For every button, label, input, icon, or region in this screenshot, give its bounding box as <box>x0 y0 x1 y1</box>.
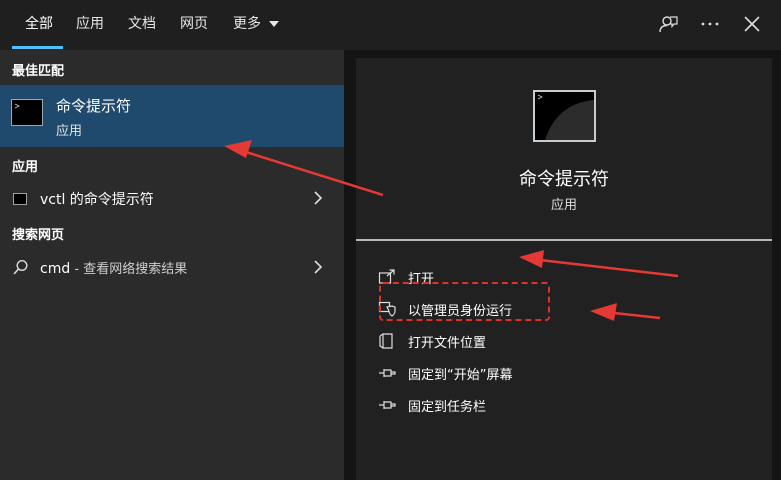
pin-to-start-action[interactable]: 固定到“开始”屏幕 <box>356 359 772 387</box>
close-icon[interactable] <box>741 13 763 35</box>
action-label: 固定到“开始”屏幕 <box>408 368 513 383</box>
action-label: 固定到任务栏 <box>408 400 487 415</box>
detail-title: 命令提示符 <box>519 169 609 190</box>
web-search-label: cmd - 查看网络搜索结果 <box>40 258 187 277</box>
list-item-label: vctl 的命令提示符 <box>40 192 154 208</box>
tab-documents[interactable]: 文档 <box>128 0 156 50</box>
pin-icon <box>379 369 396 377</box>
command-prompt-large-icon <box>533 90 596 142</box>
active-tab-indicator <box>12 46 63 49</box>
command-prompt-icon <box>11 99 43 126</box>
file-location-icon <box>379 333 393 349</box>
action-label: 打开文件位置 <box>408 336 487 351</box>
tab-web[interactable]: 网页 <box>180 0 208 50</box>
more-icon[interactable] <box>699 13 721 35</box>
pin-icon <box>379 401 396 409</box>
detail-pane: 命令提示符 应用 打开 以管理员身份运行 打开文件位置 固定到“开始”屏幕 固定… <box>344 50 781 480</box>
chevron-right-icon[interactable] <box>312 259 324 275</box>
tab-more[interactable]: 更多 <box>233 0 280 50</box>
best-match-title: 命令提示符 <box>56 97 132 115</box>
pin-to-taskbar-action[interactable]: 固定到任务栏 <box>356 391 772 419</box>
annotation-highlight-box <box>379 282 550 321</box>
web-search-query: cmd <box>40 261 71 277</box>
best-match-subtitle: 应用 <box>56 124 83 139</box>
detail-subtitle: 应用 <box>550 198 577 213</box>
best-match-result[interactable]: 命令提示符 应用 <box>0 85 344 147</box>
tab-apps[interactable]: 应用 <box>76 0 104 50</box>
divider <box>356 239 772 241</box>
list-item-web-search[interactable]: cmd - 查看网络搜索结果 <box>0 250 344 284</box>
open-file-location-action[interactable]: 打开文件位置 <box>356 327 772 355</box>
search-icon <box>13 259 28 275</box>
search-scope-bar: 全部 应用 文档 网页 更多 <box>0 0 781 50</box>
apps-header: 应用 <box>12 160 39 175</box>
list-item-vctl-cmd[interactable]: vctl 的命令提示符 <box>0 181 344 215</box>
web-search-hint: - 查看网络搜索结果 <box>70 262 188 277</box>
detail-card: 命令提示符 应用 打开 以管理员身份运行 打开文件位置 固定到“开始”屏幕 固定… <box>356 58 772 480</box>
tab-more-label: 更多 <box>233 16 261 32</box>
results-pane: 最佳匹配 命令提示符 应用 应用 vctl 的命令提示符 搜索网页 cmd - … <box>0 50 344 480</box>
best-match-header: 最佳匹配 <box>12 64 65 79</box>
tab-all[interactable]: 全部 <box>25 0 53 50</box>
chevron-down-icon <box>269 21 280 27</box>
command-prompt-icon <box>13 193 27 205</box>
search-web-header: 搜索网页 <box>12 228 65 243</box>
chevron-right-icon[interactable] <box>312 190 324 206</box>
feedback-icon[interactable] <box>657 13 679 35</box>
